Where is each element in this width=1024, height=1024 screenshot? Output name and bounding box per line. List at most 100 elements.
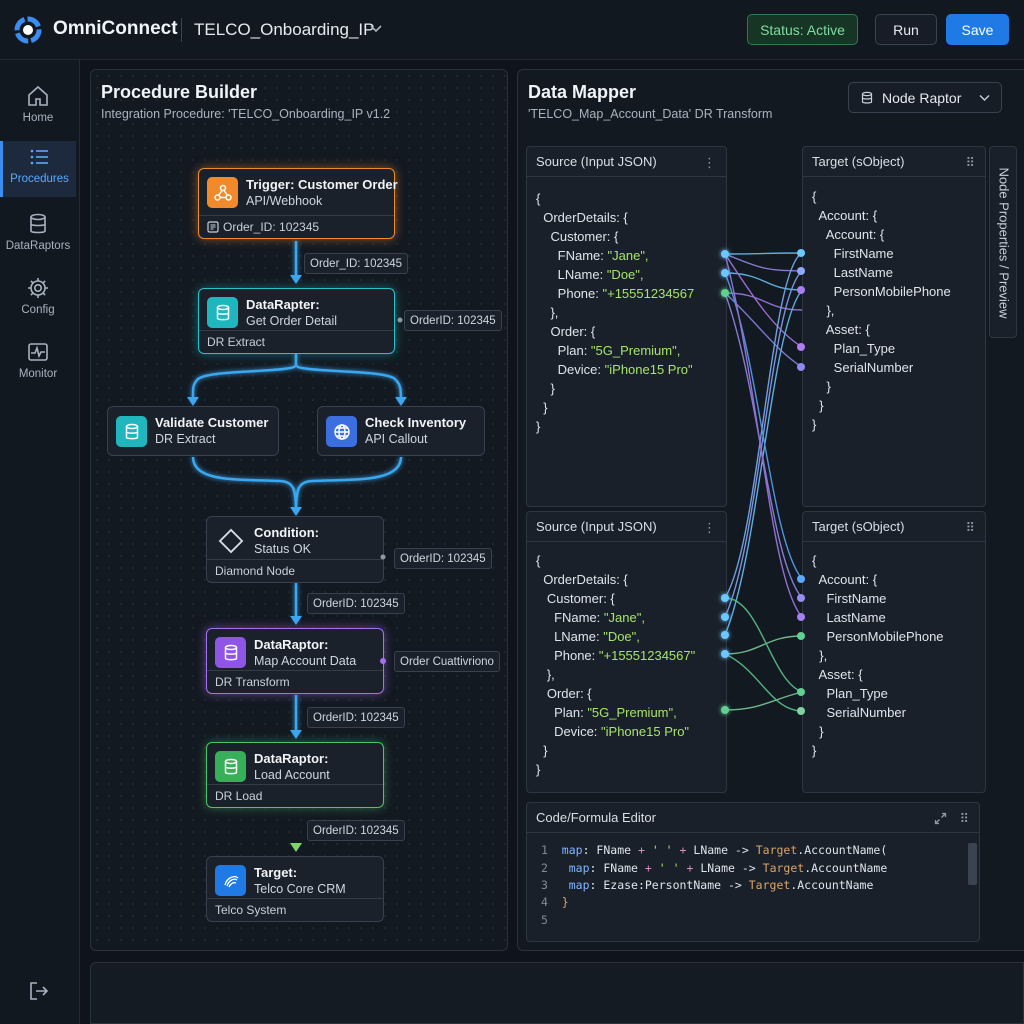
sobject-field: SerialNumber [826, 705, 906, 720]
gear-icon [28, 278, 48, 298]
status-badge: Status: Active [747, 14, 858, 45]
mapping-port[interactable] [721, 269, 729, 277]
json-value: "5G_Premium", [587, 705, 677, 720]
mapping-port[interactable] [797, 707, 805, 715]
list-icon [30, 149, 48, 165]
mapping-port[interactable] [797, 613, 805, 621]
mapping-port[interactable] [721, 631, 729, 639]
sobject-line: } [819, 724, 824, 739]
json-key: Plan: [557, 343, 591, 358]
mapping-port[interactable] [797, 249, 805, 257]
node-type-dropdown[interactable]: Node Raptor [848, 82, 1002, 113]
flow-tag: Order Cuattivriono [394, 651, 500, 672]
json-key: Phone: [554, 648, 599, 663]
editor-line: 2 map: FName + ' ' + LName -> Target.Acc… [541, 861, 888, 875]
trigger-node-footer-text: Order_ID: 102345 [223, 220, 320, 234]
mapping-port[interactable] [721, 613, 729, 621]
condition-node[interactable]: Condition: Status OK Diamond Node [206, 516, 384, 583]
sobject-field: LastName [833, 265, 893, 280]
sidebar-item-label: Procedures [10, 173, 69, 185]
flow-tag: OrderID: 102345 [307, 593, 405, 614]
map-account-node-subtitle: Map Account Data [254, 654, 357, 668]
trigger-node-subtitle: API/Webhook [246, 194, 323, 208]
sidebar-item-home[interactable]: Home [0, 80, 76, 136]
mapping-port[interactable] [797, 363, 805, 371]
drag-handle-icon[interactable]: ⠿ [965, 520, 976, 536]
get-order-node-title: DataRapter: [246, 297, 320, 312]
webhook-icon [207, 177, 238, 208]
target-sobject-1: { Account: { Account: { FirstName LastNa… [812, 187, 951, 434]
sobject-line: Account: { [818, 208, 878, 223]
editor-scrollbar[interactable] [968, 843, 977, 885]
mapping-port[interactable] [797, 343, 805, 351]
data-mapper-title: Data Mapper [528, 82, 637, 102]
get-order-detail-node[interactable]: DataRapter: Get Order Detail DR Extract [198, 288, 395, 354]
load-account-node[interactable]: DataRaptor: Load Account DR Load [206, 742, 384, 808]
mapping-port[interactable] [797, 575, 805, 583]
logout-icon[interactable] [28, 980, 50, 1002]
sidebar-item-dataraptors[interactable]: DataRaptors [0, 208, 76, 264]
run-button[interactable]: Run [875, 14, 937, 45]
check-inventory-node[interactable]: Check Inventory API Callout [317, 406, 485, 456]
sidebar-item-procedures[interactable]: Procedures [0, 141, 76, 197]
mapping-port[interactable] [797, 632, 805, 640]
mapping-port[interactable] [797, 688, 805, 696]
validate-node-title: Validate Customer [155, 415, 269, 430]
trigger-node-footer: Order_ID: 102345 [199, 215, 394, 238]
json-line: Order: { [550, 324, 596, 339]
json-line: Customer: { [550, 229, 619, 244]
more-vertical-icon[interactable]: ⋮ [703, 520, 717, 536]
json-key: Plan: [554, 705, 588, 720]
sidebar-item-monitor[interactable]: Monitor [0, 336, 76, 392]
json-key: Device: [554, 724, 602, 739]
load-account-node-footer: DR Load [207, 784, 383, 807]
json-line: } [550, 381, 555, 396]
target-card-title: Target (sObject) [803, 147, 985, 177]
node-properties-tab[interactable]: Node Properties / Preview [989, 146, 1017, 338]
database-icon [30, 213, 46, 234]
sobject-line: } [819, 398, 824, 413]
project-name[interactable]: TELCO_Onboarding_IP [194, 20, 375, 40]
validate-node-subtitle: DR Extract [155, 432, 216, 446]
mapping-port[interactable] [721, 594, 729, 602]
save-button[interactable]: Save [946, 14, 1009, 45]
mapping-port[interactable] [797, 267, 805, 275]
target-card-title: Target (sObject) [803, 512, 985, 542]
sobject-line: { [812, 553, 817, 568]
flow-tag: Order_ID: 102345 [304, 253, 409, 274]
mapping-port[interactable] [721, 250, 729, 258]
sobject-line: } [812, 743, 817, 758]
target-crm-node[interactable]: Target: Telco Core CRM Telco System [206, 856, 384, 922]
map-account-data-node[interactable]: DataRaptor: Map Account Data DR Transfor… [206, 628, 384, 694]
data-mapper-subtitle: 'TELCO_Map_Account_Data' DR Transform [528, 107, 773, 121]
procedure-builder-title: Procedure Builder [101, 82, 258, 102]
mapping-port[interactable] [721, 289, 729, 297]
mapping-port[interactable] [797, 594, 805, 602]
sidebar-item-label: Monitor [18, 368, 58, 380]
target-sobject-2: { Account: { FirstName LastName PersonMo… [812, 551, 944, 760]
expand-icon[interactable] [934, 812, 947, 825]
validate-customer-node[interactable]: Validate Customer DR Extract [107, 406, 279, 456]
database-icon [215, 637, 246, 668]
json-value: "+15551234567" [598, 648, 696, 663]
load-account-node-subtitle: Load Account [254, 768, 330, 782]
database-icon [861, 91, 873, 104]
mapping-port[interactable] [721, 650, 729, 658]
json-line: } [536, 762, 541, 777]
sidebar-item-config[interactable]: Config [0, 272, 76, 328]
chevron-down-icon[interactable] [370, 24, 382, 34]
node-properties-tab-label: Node Properties / Preview [996, 167, 1012, 319]
sidebar-item-label: Config [21, 304, 55, 316]
node-type-dropdown-label: Node Raptor [882, 90, 962, 106]
trigger-node[interactable]: Trigger: Customer Order API/Webhook Orde… [198, 168, 398, 239]
mapping-port[interactable] [797, 286, 805, 294]
sidebar: Home Procedures DataRaptors Config Monit… [0, 60, 80, 1024]
more-vertical-icon[interactable]: ⋮ [703, 155, 717, 171]
drag-handle-icon[interactable]: ⠿ [959, 811, 970, 827]
editor-title: Code/Formula Editor [527, 803, 979, 833]
json-line: { [536, 191, 541, 206]
flow-tag: OrderID: 102345 [404, 310, 502, 331]
drag-handle-icon[interactable]: ⠿ [965, 155, 976, 171]
mapping-port[interactable] [721, 706, 729, 714]
sobject-field: FirstName [833, 246, 894, 261]
